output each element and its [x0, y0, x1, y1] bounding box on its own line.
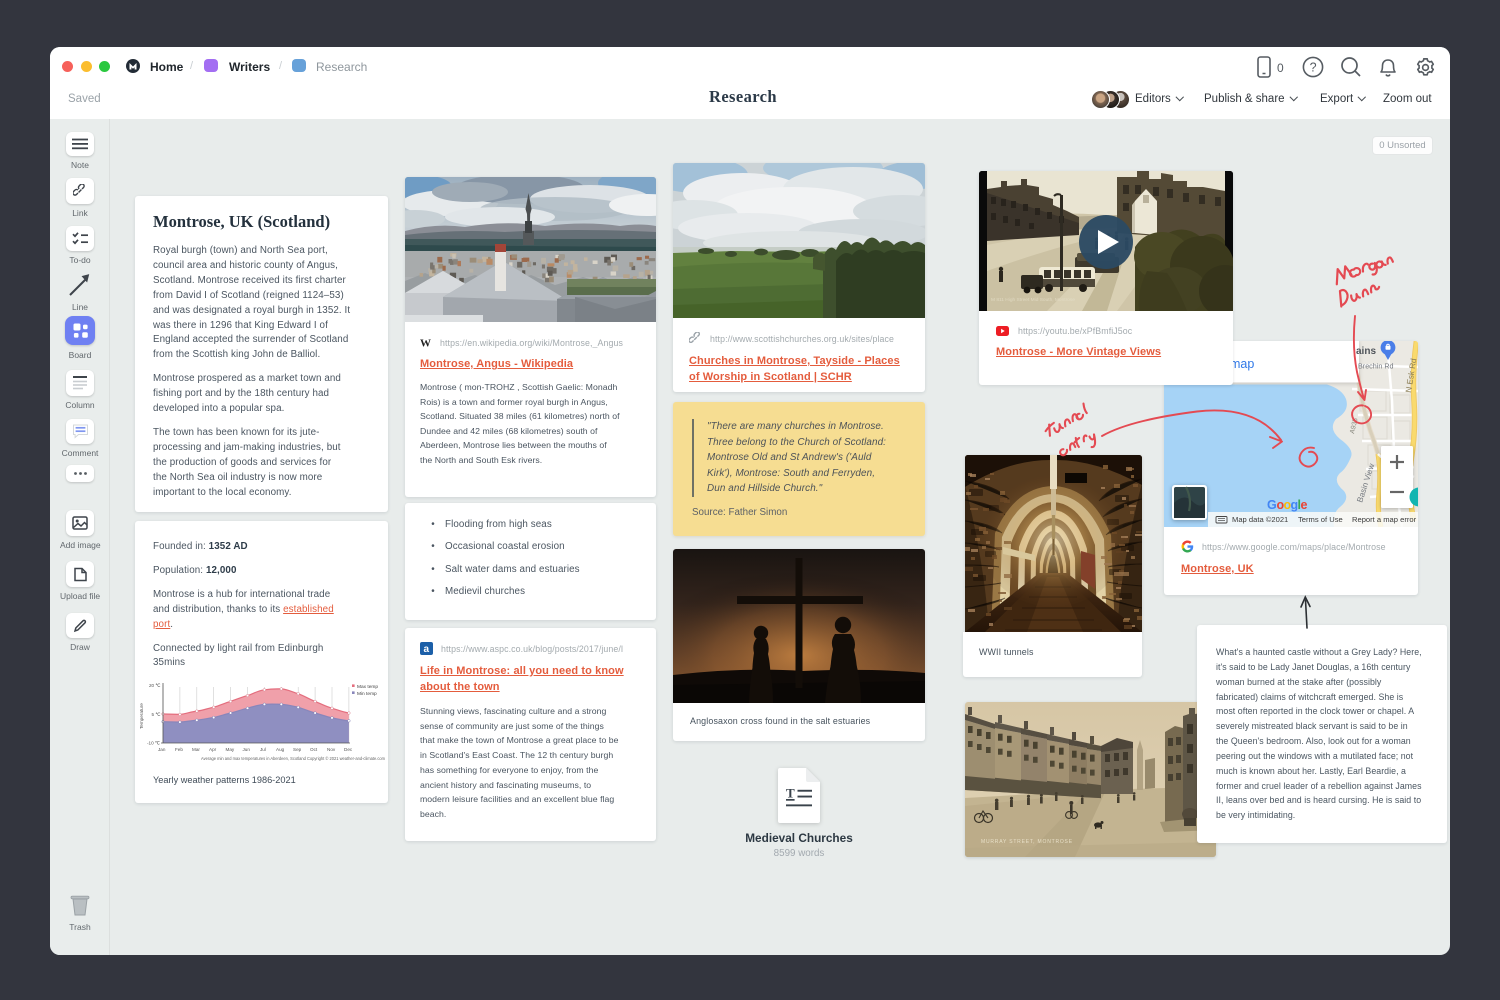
svg-text:Terms of Use: Terms of Use: [1298, 515, 1343, 524]
svg-text:ains: ains: [1356, 346, 1376, 357]
svg-text:Report a map error: Report a map error: [1352, 515, 1417, 524]
svg-text:Jun: Jun: [243, 747, 251, 752]
svg-text:Min temp: Min temp: [357, 691, 377, 697]
svg-text:Apr: Apr: [209, 747, 217, 752]
svg-text:e: e: [1301, 498, 1308, 512]
svg-text:MURRAY STREET, MONTROSE: MURRAY STREET, MONTROSE: [981, 839, 1073, 845]
svg-text:20 ℃: 20 ℃: [149, 683, 161, 688]
svg-text:a: a: [424, 644, 430, 655]
svg-text:Jan: Jan: [158, 747, 166, 752]
svg-text:Average min and max temperatur: Average min and max temperatures in Aber…: [201, 756, 385, 761]
svg-text:T: T: [786, 786, 795, 801]
svg-text:Brechin Rd: Brechin Rd: [1358, 362, 1394, 371]
svg-text:Dec: Dec: [344, 747, 353, 752]
svg-text:5 ℃: 5 ℃: [152, 712, 162, 717]
svg-text:Temperature: Temperature: [139, 703, 144, 729]
svg-text:May: May: [226, 747, 235, 752]
svg-text:Feb: Feb: [175, 747, 183, 752]
svg-text:?: ?: [1310, 61, 1317, 75]
svg-text:Jul: Jul: [260, 747, 266, 752]
svg-text:Nov: Nov: [327, 747, 336, 752]
svg-text:G: G: [1267, 498, 1277, 512]
svg-text:Oct: Oct: [310, 747, 318, 752]
svg-text:Mar: Mar: [192, 747, 200, 752]
svg-text:0: 0: [1277, 61, 1284, 75]
svg-text:Aug: Aug: [276, 747, 285, 752]
svg-text:Map data ©2021: Map data ©2021: [1232, 515, 1288, 524]
svg-text:W: W: [420, 338, 431, 349]
svg-text:-10 ℃: -10 ℃: [147, 741, 161, 746]
svg-text:Max temp: Max temp: [357, 684, 378, 690]
svg-text:Sep: Sep: [293, 747, 302, 752]
svg-text:map: map: [1230, 357, 1254, 371]
svg-text:M 811 High Street Mid South: M 811 High Street Mid South, Montrose: [991, 297, 1075, 303]
